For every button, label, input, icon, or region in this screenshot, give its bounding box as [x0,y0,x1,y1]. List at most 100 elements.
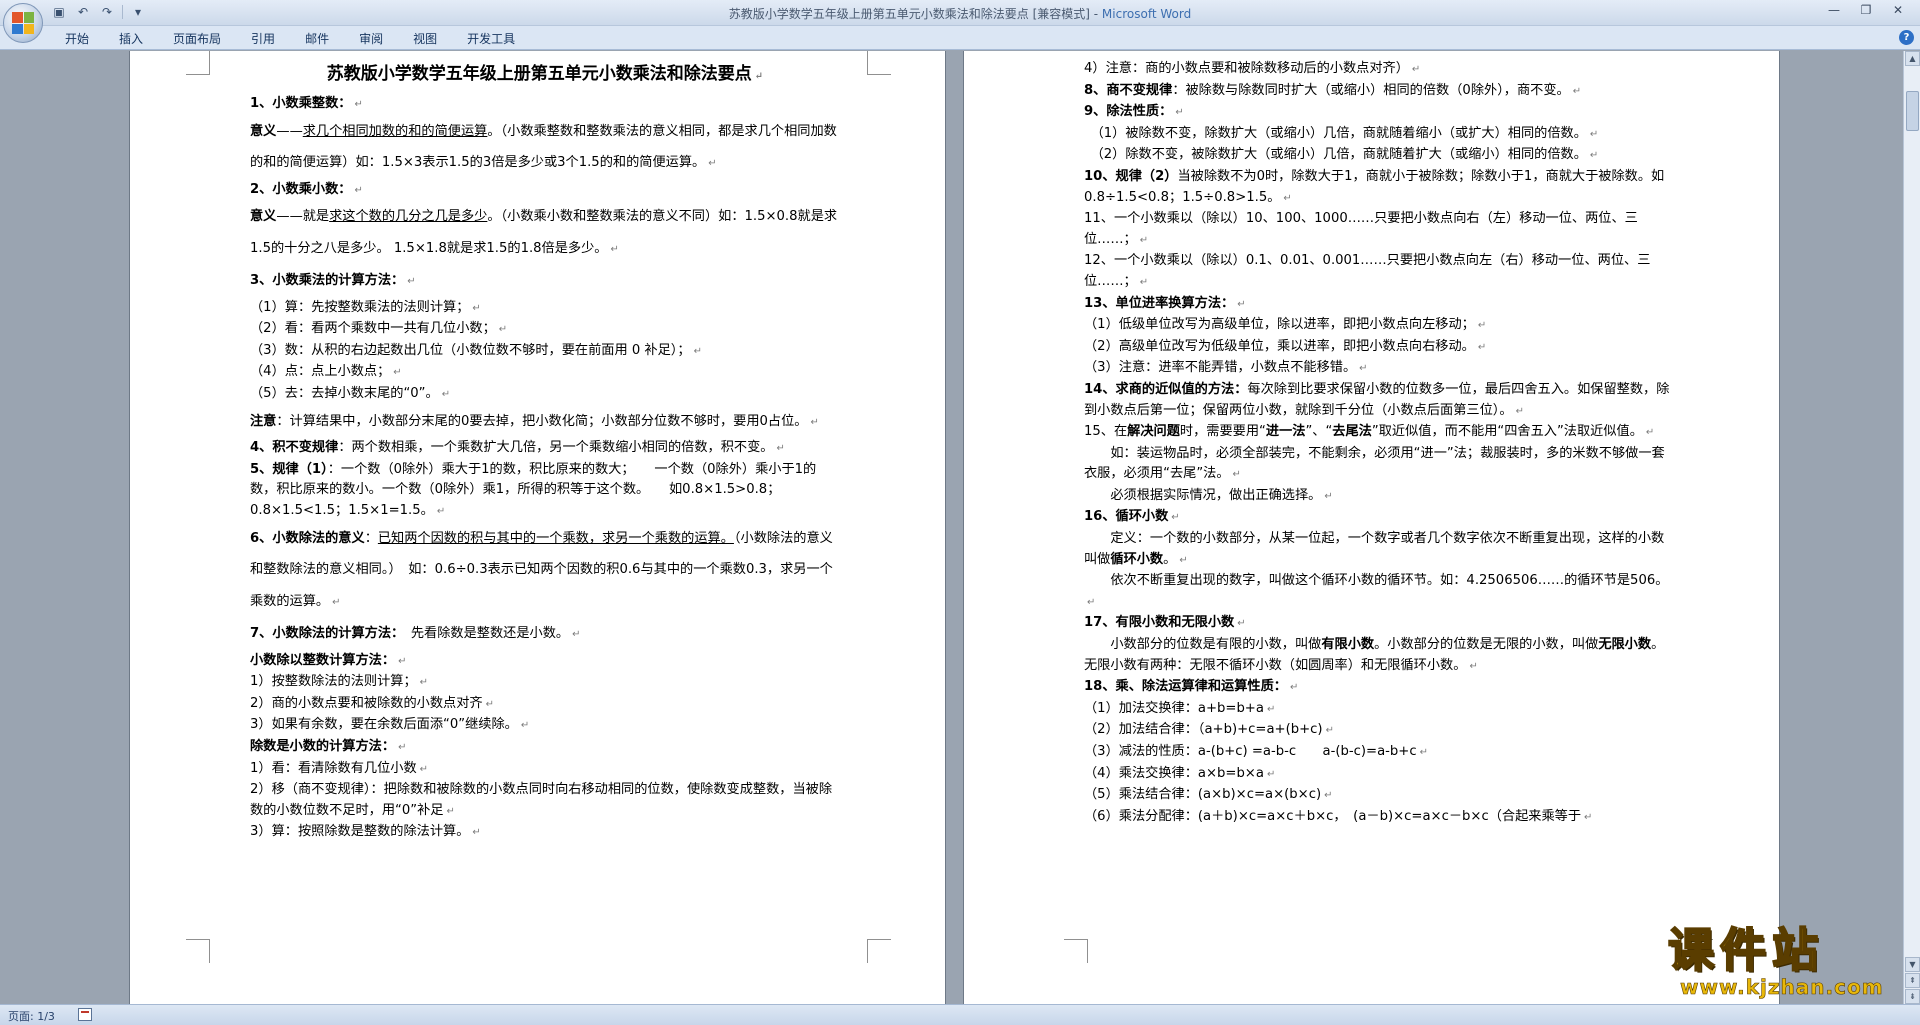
office-button[interactable] [3,3,43,43]
text-run: 3）算：按照除数是整数的除法计算。 [250,824,470,840]
office-logo-icon [12,12,34,34]
text-run: 。 [1163,551,1177,567]
maximize-icon[interactable]: ❐ [1850,0,1882,20]
ribbon-tabs: 开始 插入 页面布局 引用 邮件 审阅 视图 开发工具 [50,29,530,49]
paragraph-mark: ↵ [354,99,363,110]
text-run: 2）移（商不变规律）：把除数和被除数的小数点同时向右移动相同的位数，使除数变成整… [250,782,833,818]
paragraph: （1）被除数不变，除数扩大（或缩小）几倍，商就随着缩小（或扩大）相同的倍数。 ↵ [1084,124,1674,146]
page-1-content[interactable]: 苏教版小学数学五年级上册第五单元小数乘法和除法要点 ↵ 1、小数乘整数： ↵ 意义——… [250,59,840,844]
paragraph-mark: ↵ [472,827,481,839]
text-run: （5）去：去掉小数末尾的“0”。 [250,386,439,402]
app-name: Microsoft Word [1101,7,1192,21]
text-run: —— [276,123,303,139]
paragraph: （2）高级单位改写为低级单位，乘以进率，即把小数点向右移动。 ↵ [1084,337,1674,359]
document-workspace: 苏教版小学数学五年级上册第五单元小数乘法和除法要点 ↵ 1、小数乘整数： ↵ 意义——… [0,51,1920,1004]
text-run: 。小数部分的位数是无限的小数，叫做 [1374,637,1599,653]
paragraph: 12、一个小数乘以（除以）0.1、0.01、0.001……只要把小数点向左（右）… [1084,251,1674,293]
tab-0[interactable]: 开始 [50,29,104,49]
text-run: 4）注意：商的小数点要和被除数移动后的小数点对齐） [1084,61,1409,76]
text-run: （6）乘法分配律：(a＋b)×c=a×c＋b×c， (a－b)×c=a×c－b×… [1084,808,1582,824]
paragraph: 1、小数乘整数： ↵ [250,94,840,116]
paragraph: 5、规律（1）：一个数（0除外）乘大于1的数，积比原来的数大； 一个数（0除外）… [250,460,840,523]
help-icon[interactable]: ? [1899,30,1914,45]
tab-4[interactable]: 邮件 [290,29,344,49]
text-run: 2、小数乘小数： [250,181,352,197]
crop-mark [867,939,891,963]
paragraph-mark: ↵ [1515,405,1524,417]
text-run: 3、小数乘法的计算方法： [250,273,405,289]
text-run: 1）按整数除法的法则计算； [250,674,417,690]
watermark-logo: 课件站 www.kjzhan.com [1667,924,1908,1000]
tab-2[interactable]: 页面布局 [158,29,236,49]
paragraph-mark: ↵ [1139,276,1149,288]
paragraph: 10、规律（2）当被除数不为0时，除数大于1，商就小于被除数；除数小于1，商就大… [1084,167,1674,209]
title-bar: ▣ ↶ ↷ ▾ 苏教版小学数学五年级上册第五单元小数乘法和除法要点 [兼容模式]… [0,0,1920,26]
tab-3[interactable]: 引用 [236,29,290,49]
paragraph-mark: ↵ [1324,490,1333,502]
paragraph: 1）按整数除法的法则计算； ↵ [250,672,840,694]
paragraph: 必须根据实际情况，做出正确选择。 ↵ [1084,486,1674,508]
paragraph: 11、一个小数乘以（除以）10、100、1000……只要把小数点向右（左）移动一… [1084,209,1674,251]
text-run: 5、规律（1） [250,461,328,477]
paragraph-mark: ↵ [1289,682,1299,694]
text-run: 意义 [250,209,277,225]
paragraph: （2）加法结合律：（a+b)+c=a+(b+c) ↵ [1084,720,1674,742]
paragraph-mark: ↵ [393,367,402,379]
text-run: （1）加法交换律：a+b=b+a [1084,700,1264,716]
paragraph: 15、在解决问题时，需要要用“进一法”、“去尾法”取近似值，而不能用“四舍五入”… [1084,422,1674,444]
text-run: （3）数：从积的右边起数出几位（小数位数不够时，要在前面用 0 补足）； [250,342,691,358]
page-indicator[interactable]: 页面: 1/3 [8,1008,55,1024]
tab-1[interactable]: 插入 [104,29,158,49]
paragraph-mark: ↵ [1232,469,1241,481]
text-run: 9、除法性质： [1084,104,1173,120]
paragraph: （1）加法交换律：a+b=b+a ↵ [1084,699,1674,721]
text-run: ：计算结果中，小数部分末尾的0要去掉，把小数化简；小数部分位数不够时，要用0占位… [276,413,808,429]
text-run: （3）注意：进率不能弄错，小数点不能移错。 [1084,360,1357,376]
proofing-icon[interactable] [78,1008,92,1021]
paragraph: 意义——求几个相同加数的和的简便运算。（小数乘整数和整数乘法的意义相同，都是求几… [250,116,840,180]
text-run: 4、积不变规律 [250,440,339,456]
paragraph: 2、小数乘小数： ↵ [250,180,840,202]
close-icon[interactable]: ✕ [1882,0,1914,20]
paragraph: 4）注意：商的小数点要和被除数移动后的小数点对齐） ↵ [1084,59,1674,81]
watermark-url: www.kjzhan.com [1680,975,1884,1000]
paragraph-mark: ↵ [1266,703,1276,715]
text-run: 10、规律（2） [1084,168,1178,184]
paragraph-mark: ↵ [1589,128,1599,140]
paragraph-mark: ↵ [1477,341,1487,353]
tab-6[interactable]: 视图 [398,29,452,49]
paragraph-mark: ↵ [1324,790,1333,802]
text-run: 14、求商的近似值的方法： [1084,381,1248,397]
minimize-icon[interactable]: — [1818,0,1850,20]
paragraph-mark: ↵ [407,276,416,288]
text-run: 17、有限小数和无限小数 [1084,615,1235,631]
scroll-up-icon[interactable]: ▲ [1905,51,1920,66]
paragraph: 14、求商的近似值的方法：每次除到比要求保留小数的位数多一位，最后四舍五入。如保… [1084,380,1674,422]
crop-mark [186,51,210,75]
text-run: 求几个相同加数的和的简便运算 [302,123,488,139]
paragraph-mark: ↵ [1645,427,1655,439]
text-run: 12、一个小数乘以（除以）0.1、0.01、0.001……只要把小数点向左（右）… [1084,253,1651,289]
paragraph-mark: ↵ [441,389,451,401]
paragraph-mark: ↵ [1171,512,1180,524]
scrollbar-thumb[interactable] [1906,91,1919,131]
window-title: 苏教版小学数学五年级上册第五单元小数乘法和除法要点 [兼容模式] - Micro… [0,5,1920,22]
paragraph: 4、积不变规律：两个数相乘，一个乘数扩大几倍，另一个乘数缩小相同的倍数，积不变。… [250,438,840,460]
document-heading: 苏教版小学数学五年级上册第五单元小数乘法和除法要点 ↵ [326,64,764,84]
paragraph: （2）看：看两个乘数中一共有几位小数； ↵ [250,319,840,341]
page-2-content[interactable]: 4）注意：商的小数点要和被除数移动后的小数点对齐） ↵ 8、商不变规律：被除数与除数… [1084,59,1674,828]
text-run: 解决问题 [1127,424,1180,440]
paragraph-mark: ↵ [520,720,530,732]
text-run: 13、单位进率换算方法： [1084,295,1235,311]
vertical-scrollbar[interactable]: ▲ ▼ ⇞ ⇟ [1903,51,1920,1004]
text-run: 1）看：看清除数有几位小数 [250,760,417,776]
paragraph-mark: ↵ [1589,150,1599,162]
tab-5[interactable]: 审阅 [344,29,398,49]
paragraph: 2）商的小数点要和被除数的小数点对齐 ↵ [250,694,840,716]
paragraph: 意义——就是求这个数的几分之几是多少。（小数乘小数和整数乘法的意义不同）如：1.… [250,201,840,265]
paragraph-mark: ↵ [398,741,407,753]
paragraph: 9、除法性质： ↵ [1084,102,1674,124]
paragraph: 小数除以整数计算方法： ↵ [250,651,840,673]
tab-7[interactable]: 开发工具 [452,29,530,49]
text-run: 时，需要要用“ [1179,424,1266,440]
